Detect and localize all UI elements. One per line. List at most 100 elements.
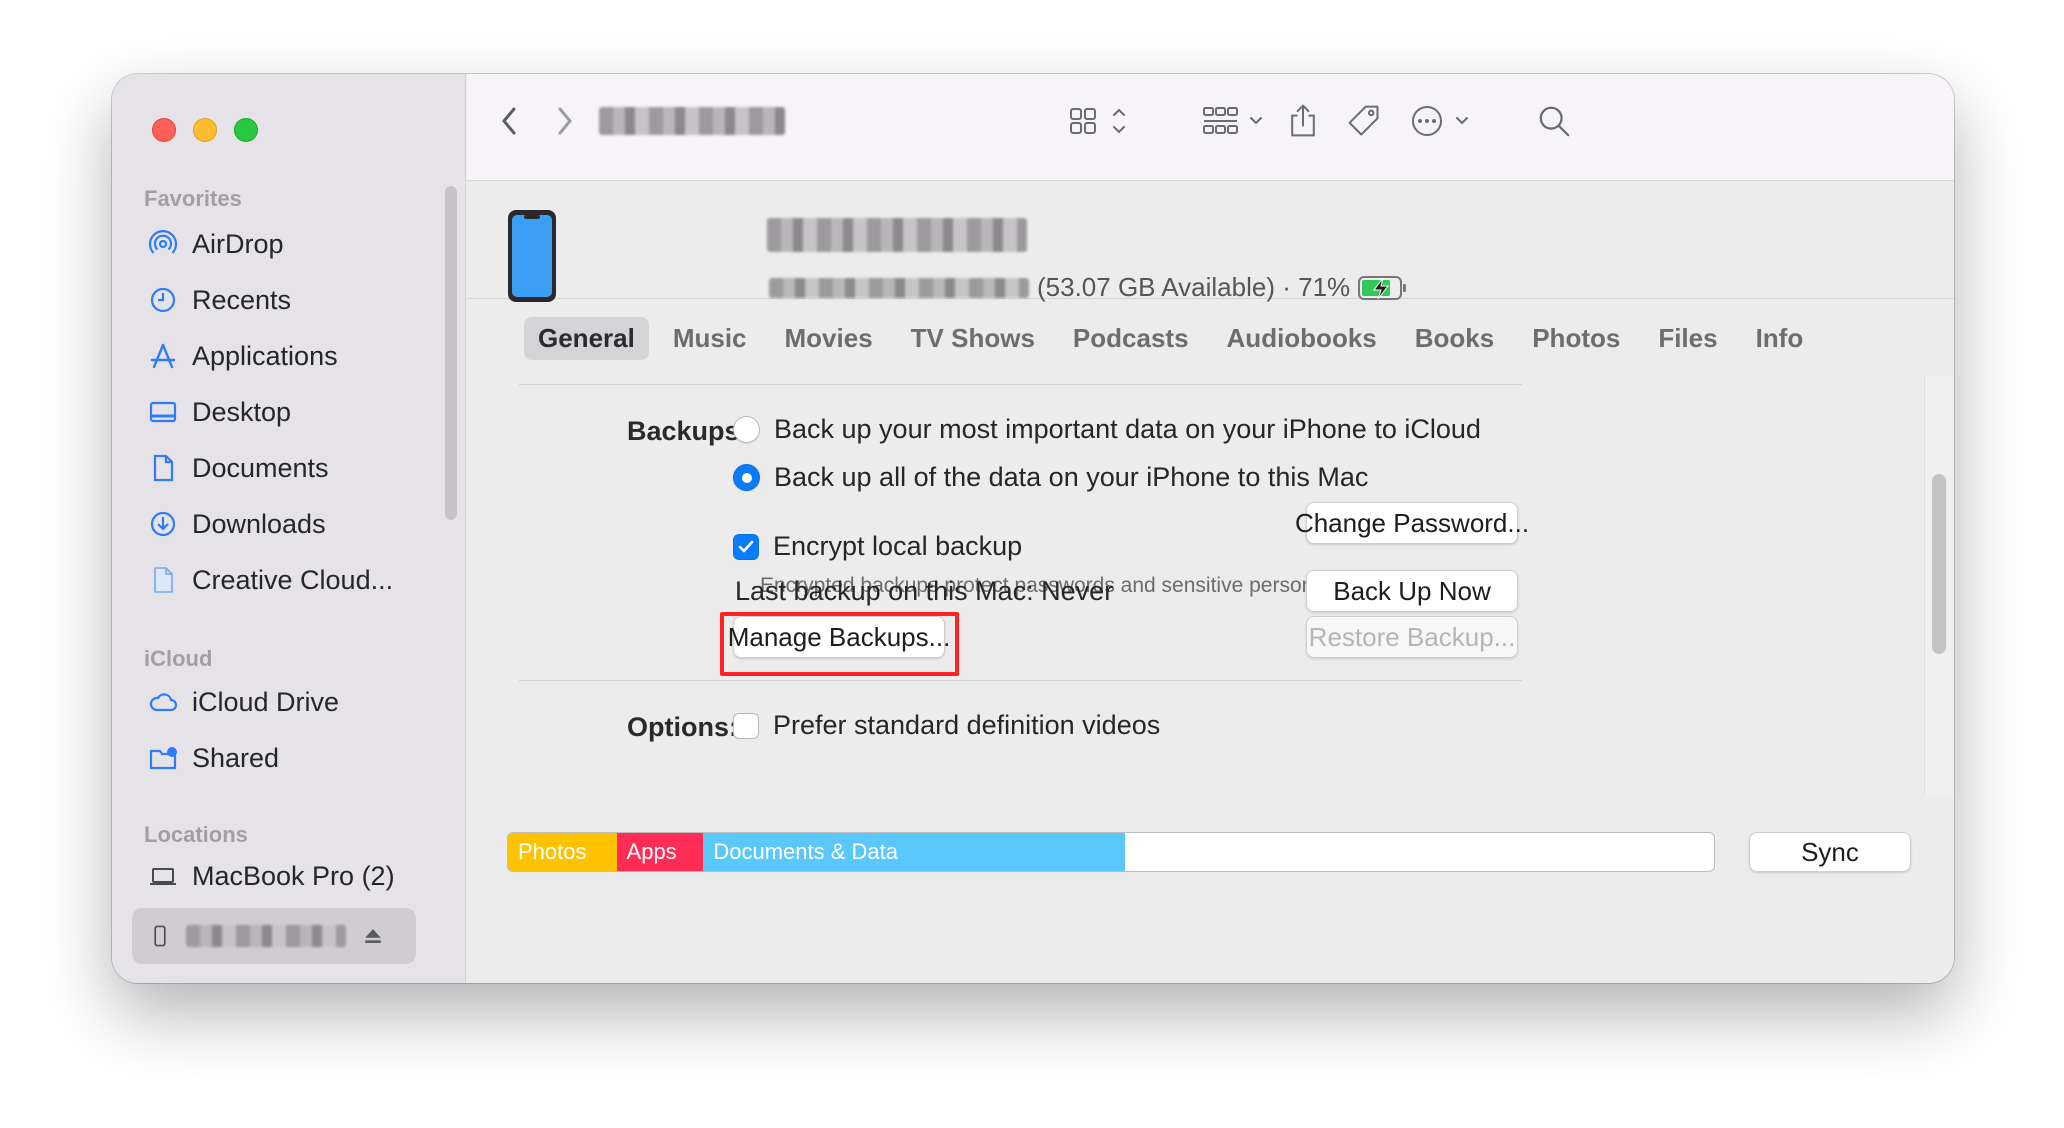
content-scrollbar[interactable] [1932,474,1946,654]
sidebar-item-label: MacBook Pro (2) [192,860,395,891]
tab-photos[interactable]: Photos [1518,317,1634,360]
tab-tv-shows[interactable]: TV Shows [897,317,1049,360]
minimize-window-button[interactable] [193,118,217,142]
more-actions-button[interactable] [1409,101,1475,141]
storage-segment-documents-data: Documents & Data [703,833,1126,871]
sidebar-section-locations: Locations [144,822,248,847]
redacted-model-info [769,277,1029,298]
sidebar-item-label: Documents [192,452,329,483]
storage-bar: Photos Apps Documents & Data [507,832,1715,872]
sidebar-item-label: iCloud Drive [192,686,340,717]
ellipsis-circle-icon [1412,106,1468,136]
tag-button[interactable] [1345,101,1383,141]
tab-bar: General Music Movies TV Shows Podcasts Audiob… [467,300,1954,376]
tab-general[interactable]: General [524,316,649,360]
tab-files[interactable]: Files [1644,317,1731,360]
tab-info[interactable]: Info [1742,317,1818,360]
storage-segment-apps: Apps [616,833,704,871]
prefer-sd-checkbox[interactable] [733,712,759,739]
clock-icon [150,287,176,313]
search-icon [1539,106,1570,137]
tab-audiobooks[interactable]: Audiobooks [1213,317,1391,360]
storage-segment-photos: Photos [508,833,617,871]
sidebar-item-label: Desktop [192,396,292,427]
prefer-sd-label: Prefer standard definition videos [773,710,1161,740]
backup-icloud-option[interactable]: Back up your most important data on your… [733,414,1481,445]
last-backup-status: Last backup on this Mac: Never [735,576,1114,606]
restore-backup-button[interactable]: Restore Backup... [1306,616,1518,658]
redacted-title [599,107,785,135]
document-icon [153,454,174,482]
sync-button[interactable]: Sync [1749,832,1911,872]
backup-mac-radio[interactable] [733,464,760,491]
sidebar-section-icloud: iCloud [144,646,213,671]
encrypt-backup-label: Encrypt local backup [773,531,1023,561]
search-button[interactable] [1537,101,1571,141]
checkmark-icon [738,540,754,552]
tag-icon [1348,105,1379,136]
sidebar-item-airdrop[interactable]: AirDrop [148,222,438,266]
sidebar-item-icloud-drive[interactable]: iCloud Drive [148,680,438,724]
cloud-icon [149,693,178,712]
tab-music[interactable]: Music [659,317,761,360]
backup-icloud-radio[interactable] [733,416,760,443]
back-up-now-button[interactable]: Back Up Now [1306,570,1518,612]
sidebar-item-recents[interactable]: Recents [148,278,438,322]
sidebar-item-shared[interactable]: Shared [148,736,438,780]
close-window-button[interactable] [152,118,176,142]
desktop-icon [149,401,177,423]
backup-mac-option[interactable]: Back up all of the data on your iPhone t… [733,462,1368,493]
sidebar-item-creative-cloud[interactable]: Creative Cloud... [148,558,438,602]
window-title [599,101,785,141]
chevron-right-icon [558,107,572,135]
sidebar-item-desktop[interactable]: Desktop [148,390,438,434]
zoom-window-button[interactable] [234,118,258,142]
window-controls [152,118,258,142]
shared-folder-icon [149,747,177,770]
footer: Photos Apps Documents & Data Sync [467,796,1954,983]
sidebar-item-label: Downloads [192,508,326,539]
sidebar-item-applications[interactable]: Applications [148,334,438,378]
group-button[interactable] [1201,101,1271,141]
eject-icon[interactable] [360,921,386,951]
backups-label: Backups: [627,416,749,446]
sidebar-scrollbar[interactable] [445,186,457,520]
change-password-button[interactable]: Change Password... [1295,502,1529,544]
toolbar [467,74,1954,181]
available-storage-text: (53.07 GB Available) · 71% [1037,272,1351,302]
sidebar-item-iphone[interactable] [132,908,416,964]
sidebar-item-label: Applications [192,340,338,371]
sidebar-item-macbook[interactable]: MacBook Pro (2) [148,854,438,898]
general-pane: Backups: Back up your most important dat… [467,376,1954,796]
battery-charging-icon [1358,275,1407,300]
finder-window: Favorites AirDrop Recents Applications D… [112,74,1954,983]
encrypt-backup-checkbox[interactable] [733,533,759,560]
sidebar-item-label: AirDrop [192,228,284,259]
sidebar-item-documents[interactable]: Documents [148,446,438,490]
sidebar-item-label: Recents [192,284,292,315]
prefer-sd-option[interactable]: Prefer standard definition videos [733,710,1160,741]
forward-button[interactable] [555,101,575,141]
download-icon [150,511,176,537]
grid-view-icon [1070,108,1125,134]
laptop-icon [150,868,176,885]
tab-podcasts[interactable]: Podcasts [1059,317,1203,360]
backup-mac-label: Back up all of the data on your iPhone t… [774,462,1369,492]
divider [519,384,1522,385]
tab-books[interactable]: Books [1401,317,1508,360]
view-mode-button[interactable] [1068,101,1138,141]
group-icon [1203,107,1262,134]
sidebar-item-downloads[interactable]: Downloads [148,502,438,546]
share-button[interactable] [1287,101,1319,141]
tab-movies[interactable]: Movies [771,317,887,360]
sidebar: Favorites AirDrop Recents Applications D… [112,74,466,983]
sidebar-item-label: Creative Cloud... [192,564,394,595]
backup-icloud-label: Back up your most important data on your… [774,414,1481,444]
encrypt-backup-option[interactable]: Encrypt local backup [733,531,1022,562]
iphone-image-icon [508,210,556,302]
applications-icon [150,343,176,369]
device-storage-status: (53.07 GB Available) · 71% [769,272,1408,303]
back-button[interactable] [499,101,519,141]
highlight-box [720,612,959,676]
iphone-icon [154,925,166,947]
